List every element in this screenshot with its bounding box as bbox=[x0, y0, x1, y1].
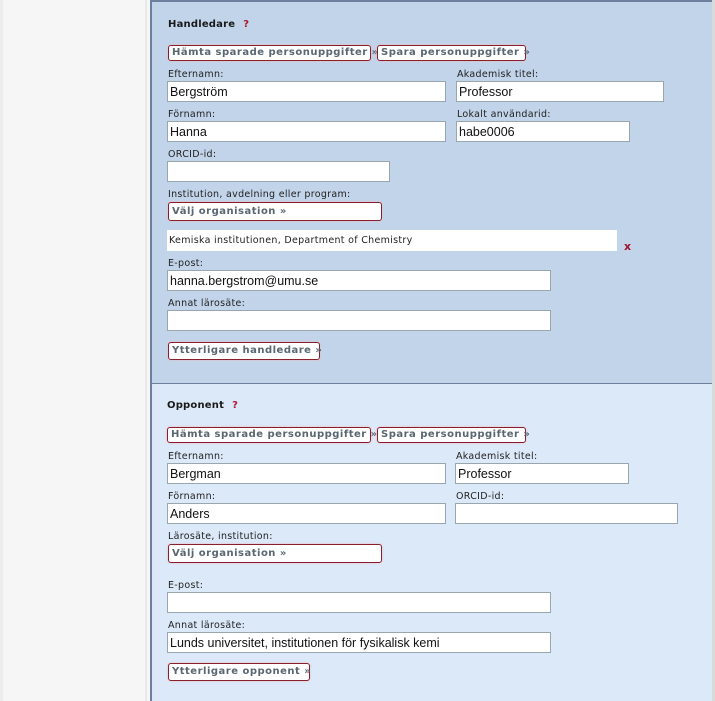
form-container: Handledare? Hämta sparade personuppgifte… bbox=[150, 0, 712, 701]
choose-organisation-button[interactable]: Välj organisation » bbox=[168, 202, 382, 221]
opponent-heading: Opponent? bbox=[167, 400, 238, 411]
lokalt-anvandarid-input[interactable] bbox=[456, 121, 630, 142]
annat-larosate-input[interactable] bbox=[167, 632, 551, 653]
institution-label: Institution, avdelning eller program: bbox=[168, 189, 351, 200]
efternamn-label: Efternamn: bbox=[168, 69, 224, 80]
annat-larosate-input[interactable] bbox=[167, 310, 551, 331]
handledare-section: Handledare? Hämta sparade personuppgifte… bbox=[152, 0, 712, 383]
fornamn-input[interactable] bbox=[167, 503, 446, 524]
fornamn-label: Förnamn: bbox=[168, 109, 216, 120]
more-opponent-button[interactable]: Ytterligare opponent » bbox=[168, 663, 311, 681]
selected-organisation: Kemiska institutionen, Department of Che… bbox=[167, 230, 617, 251]
efternamn-input[interactable] bbox=[167, 463, 446, 484]
email-label: E-post: bbox=[168, 580, 204, 591]
annat-larosate-label: Annat lärosäte: bbox=[168, 620, 246, 631]
efternamn-label: Efternamn: bbox=[168, 451, 224, 462]
remove-organisation-icon[interactable]: x bbox=[624, 240, 631, 253]
akademisk-titel-label: Akademisk titel: bbox=[457, 69, 539, 80]
lokalt-anvandarid-label: Lokalt användarid: bbox=[457, 109, 551, 120]
choose-organisation-button[interactable]: Välj organisation » bbox=[168, 544, 382, 563]
help-icon[interactable]: ? bbox=[243, 19, 249, 30]
orcid-input[interactable] bbox=[455, 503, 678, 524]
fornamn-input[interactable] bbox=[167, 121, 446, 142]
fornamn-label: Förnamn: bbox=[168, 491, 216, 502]
opponent-section: Opponent? Hämta sparade personuppgifter … bbox=[152, 383, 712, 701]
annat-larosate-label: Annat lärosäte: bbox=[168, 298, 246, 309]
efternamn-input[interactable] bbox=[167, 81, 446, 102]
fetch-saved-person-button[interactable]: Hämta sparade personuppgifter » bbox=[168, 45, 378, 61]
email-input[interactable] bbox=[167, 270, 551, 291]
save-person-button[interactable]: Spara personuppgifter » bbox=[377, 45, 530, 61]
more-handledare-button[interactable]: Ytterligare handledare » bbox=[168, 342, 322, 360]
email-input[interactable] bbox=[167, 592, 551, 613]
handledare-heading: Handledare? bbox=[168, 19, 249, 30]
fetch-saved-person-button[interactable]: Hämta sparade personuppgifter » bbox=[167, 427, 377, 443]
akademisk-titel-input[interactable] bbox=[456, 81, 664, 102]
save-person-button[interactable]: Spara personuppgifter » bbox=[377, 427, 530, 443]
akademisk-titel-input[interactable] bbox=[455, 463, 629, 484]
orcid-label: ORCID-id: bbox=[168, 149, 217, 160]
handledare-title: Handledare bbox=[168, 19, 236, 30]
orcid-input[interactable] bbox=[167, 161, 390, 182]
akademisk-titel-label: Akademisk titel: bbox=[456, 451, 538, 462]
larosate-institution-label: Lärosäte, institution: bbox=[168, 531, 273, 542]
help-icon[interactable]: ? bbox=[232, 400, 238, 411]
opponent-title: Opponent bbox=[167, 400, 225, 411]
email-label: E-post: bbox=[168, 258, 204, 269]
orcid-label: ORCID-id: bbox=[456, 491, 505, 502]
left-margin bbox=[0, 0, 150, 701]
